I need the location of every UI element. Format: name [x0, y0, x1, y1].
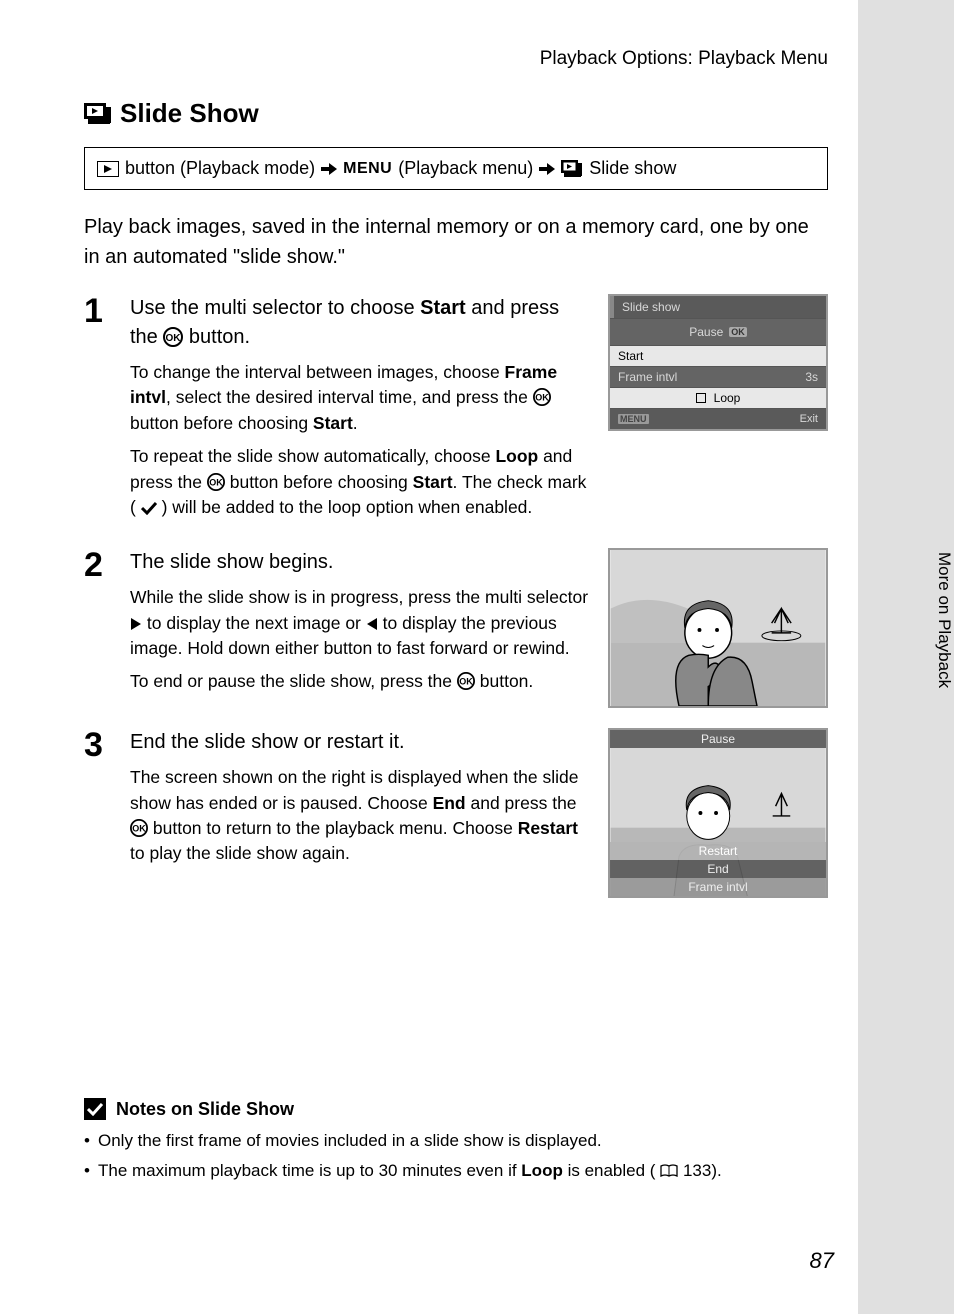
svg-text:OK: OK: [132, 824, 146, 834]
notes-title-text: Notes on Slide Show: [116, 1099, 294, 1120]
notes-check-icon: [84, 1098, 106, 1120]
ok-button-icon: OK: [207, 473, 225, 491]
slideshow-pause-illustration: Pause Restart End Frame intvl: [608, 728, 828, 898]
note-2: The maximum playback time is up to 30 mi…: [84, 1158, 828, 1184]
section-title: Slide Show: [84, 98, 828, 129]
lcd-pause-row: PauseOK: [610, 318, 826, 345]
step-3-number: 3: [84, 728, 114, 898]
ok-button-icon: OK: [533, 388, 551, 406]
intro-text: Play back images, saved in the internal …: [84, 212, 828, 272]
slideshow-icon: [561, 160, 583, 178]
check-icon: [141, 501, 157, 515]
svg-text:OK: OK: [535, 393, 549, 403]
lcd-exit-row: MENU Exit: [610, 408, 826, 429]
lcd-slideshow-menu: Slide show PauseOK Start Frame intvl3s L…: [608, 294, 828, 431]
book-ref-icon: [660, 1164, 678, 1178]
lcd-frame-row: Frame intvl3s: [610, 366, 826, 387]
svg-text:OK: OK: [166, 333, 182, 344]
slideshow-preview-illustration: [608, 548, 828, 708]
slideshow-icon: [84, 103, 112, 125]
step-2: 2 The slide show begins. While the slide…: [84, 548, 828, 708]
breadcrumb: button (Playback mode) MENU (Playback me…: [84, 147, 828, 190]
step-3: 3 End the slide show or restart it. The …: [84, 728, 828, 898]
arrow-right-icon: [321, 163, 337, 175]
menu-badge-icon: MENU: [618, 414, 649, 424]
step-2-title: The slide show begins.: [130, 548, 590, 577]
page-number: 87: [810, 1248, 834, 1274]
section-title-text: Slide Show: [120, 98, 259, 129]
step-1-p2: To repeat the slide show automatically, …: [130, 444, 590, 520]
notes-section: Notes on Slide Show Only the first frame…: [84, 1098, 828, 1183]
step-1-p1: To change the interval between images, c…: [130, 360, 590, 436]
step-1: 1 Use the multi selector to choose Start…: [84, 294, 828, 528]
ok-button-icon: OK: [163, 327, 183, 347]
step-2-p1: While the slide show is in progress, pre…: [130, 585, 590, 661]
breadcrumb-b3: Slide show: [589, 158, 676, 179]
right-arrow-icon: [130, 617, 142, 631]
lcd2-pause: Pause: [610, 730, 826, 748]
lcd2-restart: Restart: [610, 842, 826, 860]
ok-badge-icon: OK: [729, 327, 747, 337]
svg-text:OK: OK: [459, 677, 473, 687]
side-tab-text: More on Playback: [858, 540, 954, 700]
lcd2-end: End: [610, 860, 826, 878]
breadcrumb-b2: (Playback menu): [398, 158, 533, 179]
step-3-title: End the slide show or restart it.: [130, 728, 590, 757]
lcd-title: Slide show: [610, 296, 826, 318]
step-3-p1: The screen shown on the right is display…: [130, 765, 590, 867]
step-1-number: 1: [84, 294, 114, 528]
step-2-number: 2: [84, 548, 114, 708]
arrow-right-icon: [539, 163, 555, 175]
step-1-title: Use the multi selector to choose Start a…: [130, 294, 590, 352]
lcd2-frame: Frame intvl: [610, 878, 826, 896]
ok-button-icon: OK: [130, 819, 148, 837]
ok-button-icon: OK: [457, 672, 475, 690]
playback-icon: [97, 161, 119, 177]
note-1: Only the first frame of movies included …: [84, 1128, 828, 1154]
breadcrumb-menu: MENU: [343, 160, 392, 178]
left-arrow-icon: [366, 617, 378, 631]
step-2-p2: To end or pause the slide show, press th…: [130, 669, 590, 694]
page-header: Playback Options: Playback Menu: [0, 48, 858, 70]
checkbox-icon: [696, 393, 706, 403]
svg-text:OK: OK: [209, 477, 223, 487]
breadcrumb-b1: button (Playback mode): [125, 158, 315, 179]
lcd-loop-row: Loop: [610, 387, 826, 408]
lcd-start-row: Start: [610, 345, 826, 366]
